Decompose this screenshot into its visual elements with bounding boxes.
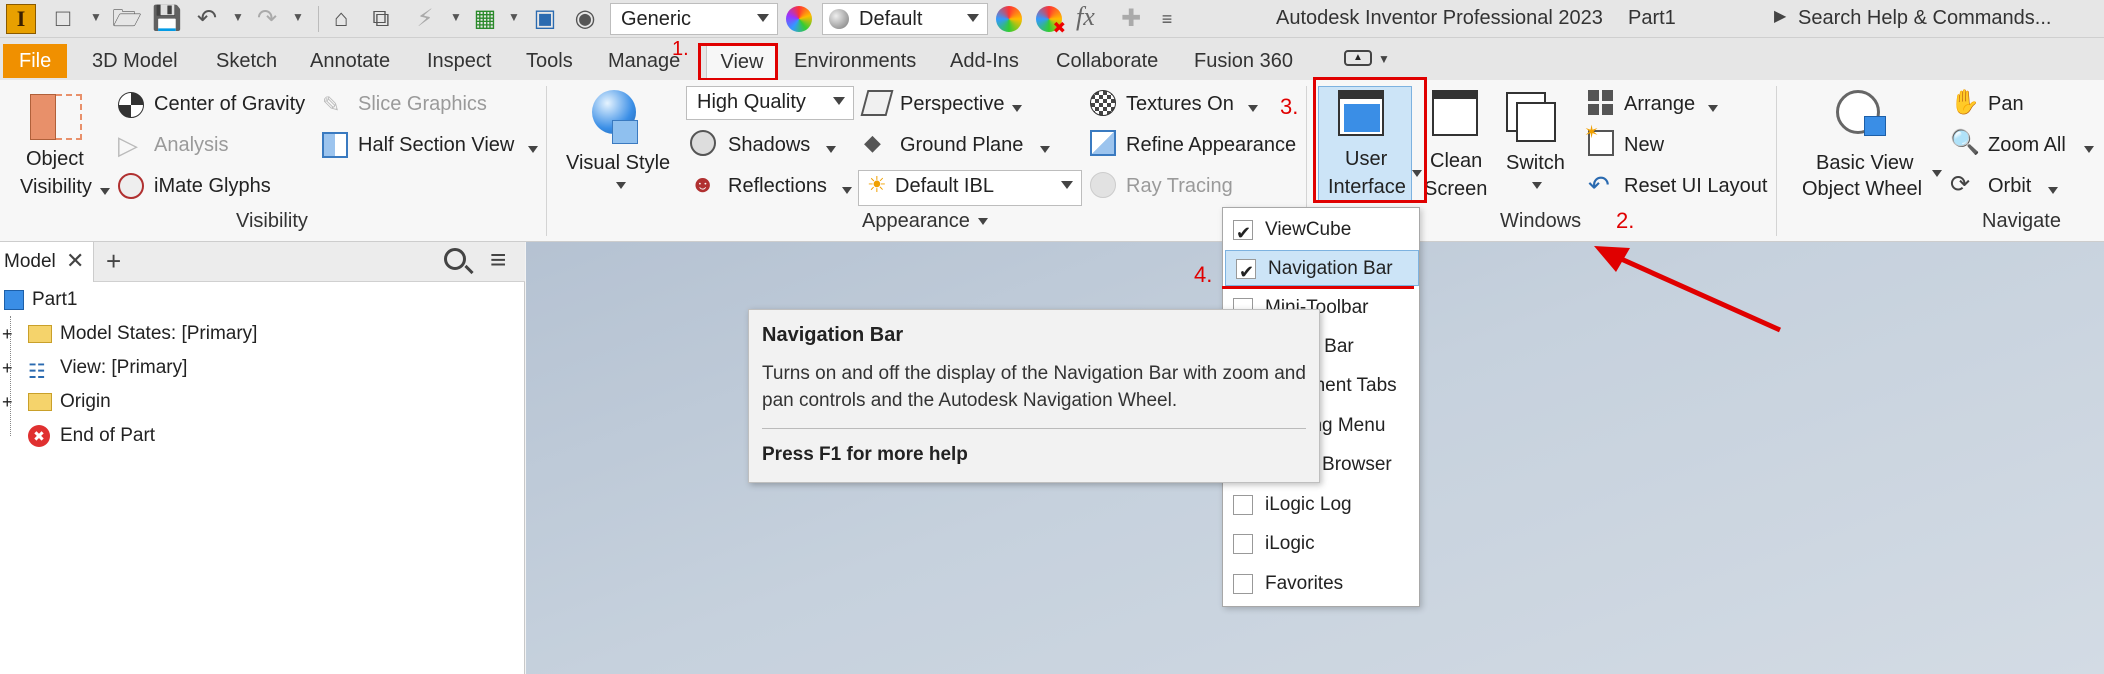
annotation-arrow [1594, 246, 1782, 333]
annotation-arrow-line [1608, 251, 1782, 333]
